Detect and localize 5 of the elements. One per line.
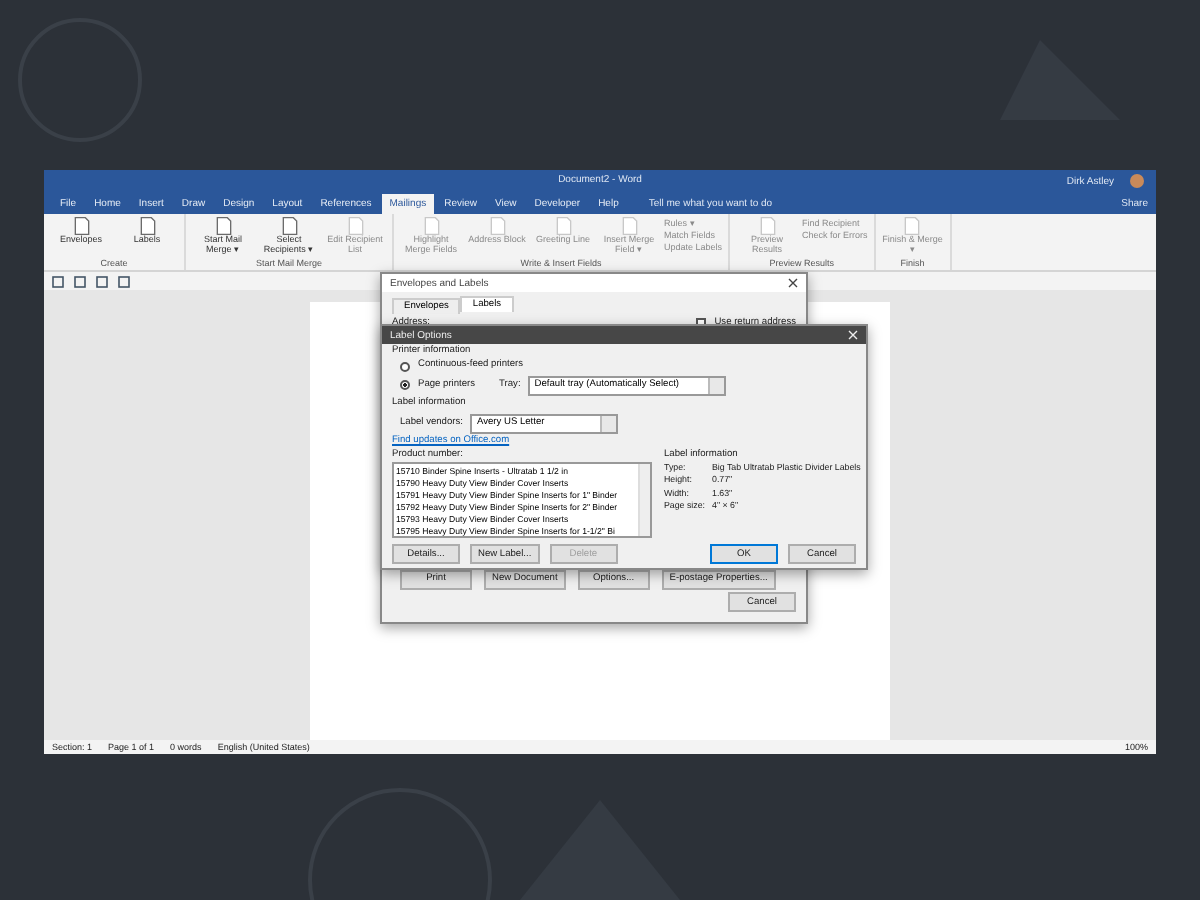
avatar[interactable] — [1130, 174, 1144, 188]
radio-button[interactable] — [400, 361, 410, 372]
close-icon[interactable] — [788, 278, 798, 288]
product-list[interactable] — [392, 461, 652, 538]
radio-button[interactable] — [400, 380, 410, 391]
